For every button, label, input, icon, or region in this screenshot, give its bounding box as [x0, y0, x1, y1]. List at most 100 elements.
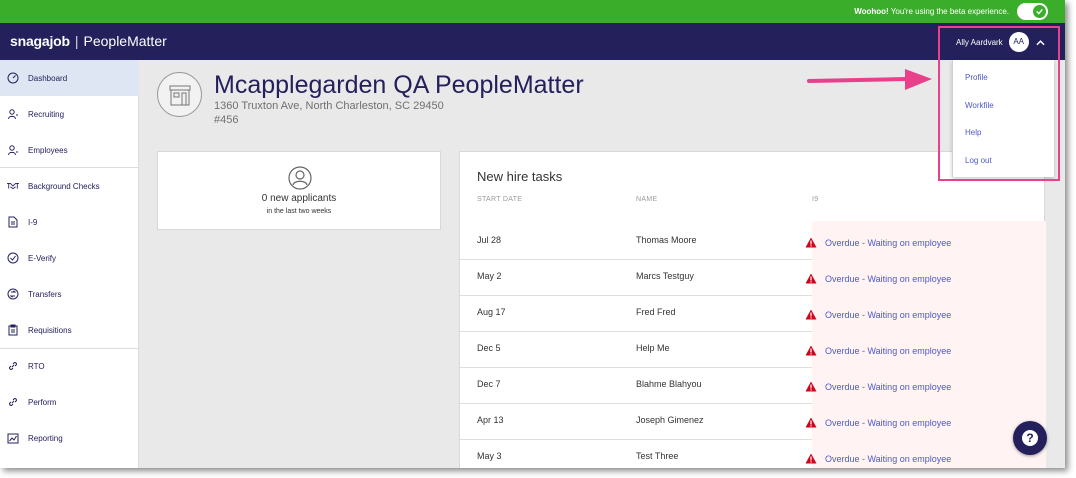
sidebar-item-label: Dashboard — [28, 73, 68, 83]
new-hire-tasks-card: New hire tasks START DATE NAME I9 Jul 28… — [459, 151, 1046, 468]
beta-toggle[interactable] — [1017, 3, 1048, 20]
i9-status-link[interactable]: Overdue - Waiting on employee — [825, 238, 951, 248]
cell-name: Thomas Moore — [636, 235, 697, 245]
toggle-knob — [1033, 5, 1046, 18]
store-avatar — [157, 72, 202, 117]
document-icon — [7, 216, 19, 228]
column-header-i9: I9 — [812, 196, 819, 203]
i9-status-link[interactable]: Overdue - Waiting on employee — [825, 310, 951, 320]
help-question-icon: ? — [1022, 430, 1038, 446]
cell-start-date: May 3 — [477, 451, 502, 461]
table-row[interactable]: Apr 13 Joseph Gimenez Overdue - Waiting … — [460, 404, 1046, 440]
warning-icon — [805, 417, 817, 428]
top-navigation: snagajob | PeopleMatter Ally Aardvark AA — [0, 23, 1065, 60]
beta-message-text: You're using the beta experience. — [888, 7, 1009, 16]
help-button[interactable]: ? — [1013, 421, 1047, 455]
cell-name: Fred Fred — [636, 307, 676, 317]
sidebar-item-label: Requisitions — [28, 325, 72, 335]
dashboard-gauge-icon — [7, 72, 19, 84]
warning-icon — [805, 237, 817, 248]
sidebar-item-label: Transfers — [28, 289, 62, 299]
sidebar-item-background-checks[interactable]: Background Checks — [0, 168, 139, 204]
i9-status-link[interactable]: Overdue - Waiting on employee — [825, 382, 951, 392]
check-circle-icon — [7, 252, 19, 264]
sidebar-item-label: Perform — [28, 397, 57, 407]
sidebar-item-label: E-Verify — [28, 253, 57, 263]
annotation-highlight-box — [938, 26, 1060, 181]
handshake-icon — [7, 180, 19, 192]
storefront-icon — [169, 85, 190, 105]
sidebar-item-label: Reporting — [28, 433, 63, 443]
brand-logo[interactable]: snagajob | PeopleMatter — [10, 33, 167, 49]
table-row[interactable]: May 2 Marcs Testguy Overdue - Waiting on… — [460, 260, 1046, 296]
sidebar-item-i9[interactable]: I-9 — [0, 204, 139, 240]
warning-icon — [805, 309, 817, 320]
sidebar-item-recruiting[interactable]: Recruiting — [0, 96, 139, 132]
i9-status-link[interactable]: Overdue - Waiting on employee — [825, 454, 951, 464]
annotation-arrow — [807, 69, 932, 90]
sidebar-item-rto[interactable]: RTO — [0, 348, 139, 384]
sidebar-item-dashboard[interactable]: Dashboard — [0, 60, 139, 96]
sidebar-item-requisitions[interactable]: Requisitions — [0, 312, 139, 348]
link-icon — [7, 360, 19, 372]
brand-separator: | — [74, 33, 79, 49]
cell-start-date: Apr 13 — [477, 415, 504, 425]
table-row[interactable]: May 3 Test Three Overdue - Waiting on em… — [460, 440, 1046, 468]
chart-icon — [7, 432, 19, 444]
check-icon — [1036, 8, 1043, 15]
sidebar-item-label: RTO — [28, 361, 45, 371]
applicant-person-icon — [288, 166, 312, 190]
table-row[interactable]: Dec 7 Blahme Blahyou Overdue - Waiting o… — [460, 368, 1046, 404]
cell-name: Joseph Gimenez — [636, 415, 704, 425]
sidebar-item-employees[interactable]: Employees — [0, 132, 139, 168]
cell-start-date: Dec 7 — [477, 379, 501, 389]
i9-status-link[interactable]: Overdue - Waiting on employee — [825, 418, 951, 428]
warning-icon — [805, 273, 817, 284]
sidebar-item-e-verify[interactable]: E-Verify — [0, 240, 139, 276]
location-address: 1360 Truxton Ave, North Charleston, SC 2… — [214, 100, 444, 112]
app-frame: Woohoo! You're using the beta experience… — [0, 0, 1065, 468]
i9-status-link[interactable]: Overdue - Waiting on employee — [825, 274, 951, 284]
page-title: Mcapplegarden QA PeopleMatter — [214, 71, 584, 99]
sidebar-item-transfers[interactable]: Transfers — [0, 276, 139, 312]
applicants-card[interactable]: 0 new applicants in the last two weeks — [157, 151, 441, 230]
location-number: #456 — [214, 114, 239, 126]
sidebar: Dashboard Recruiting Employees Backgroun… — [0, 60, 139, 468]
link-icon — [7, 396, 19, 408]
warning-icon — [805, 453, 817, 464]
sidebar-item-label: I-9 — [28, 217, 38, 227]
brand-snagajob: snagajob — [10, 33, 70, 49]
warning-icon — [805, 345, 817, 356]
applicants-period: in the last two weeks — [266, 208, 332, 215]
brand-peoplematter: PeopleMatter — [83, 33, 167, 49]
column-header-start-date: START DATE — [477, 196, 523, 203]
clipboard-icon — [7, 324, 19, 336]
cell-name: Blahme Blahyou — [636, 379, 702, 389]
cell-start-date: Jul 28 — [477, 235, 502, 245]
beta-banner: Woohoo! You're using the beta experience… — [0, 0, 1065, 23]
cell-name: Marcs Testguy — [636, 271, 694, 281]
beta-message: Woohoo! You're using the beta experience… — [854, 7, 1009, 16]
sidebar-item-label: Background Checks — [28, 181, 100, 191]
transfer-icon — [7, 288, 19, 300]
column-header-name: NAME — [636, 196, 658, 203]
cell-name: Test Three — [636, 451, 679, 461]
applicants-count: 0 new applicants — [261, 193, 337, 204]
beta-message-strong: Woohoo! — [854, 7, 889, 16]
table-row[interactable]: Aug 17 Fred Fred Overdue - Waiting on em… — [460, 296, 1046, 332]
sidebar-item-label: Recruiting — [28, 109, 65, 119]
cell-start-date: May 2 — [477, 271, 502, 281]
warning-icon — [805, 381, 817, 392]
sidebar-item-reporting[interactable]: Reporting — [0, 420, 139, 456]
recruiting-person-icon — [7, 108, 19, 120]
cell-start-date: Aug 17 — [477, 307, 506, 317]
sidebar-item-label: Employees — [28, 145, 68, 155]
tasks-title: New hire tasks — [477, 169, 563, 184]
cell-start-date: Dec 5 — [477, 343, 501, 353]
i9-status-link[interactable]: Overdue - Waiting on employee — [825, 346, 951, 356]
cell-name: Help Me — [636, 343, 670, 353]
employees-person-icon — [7, 144, 19, 156]
table-row[interactable]: Jul 28 Thomas Moore Overdue - Waiting on… — [460, 224, 1046, 260]
sidebar-item-perform[interactable]: Perform — [0, 384, 139, 420]
table-row[interactable]: Dec 5 Help Me Overdue - Waiting on emplo… — [460, 332, 1046, 368]
